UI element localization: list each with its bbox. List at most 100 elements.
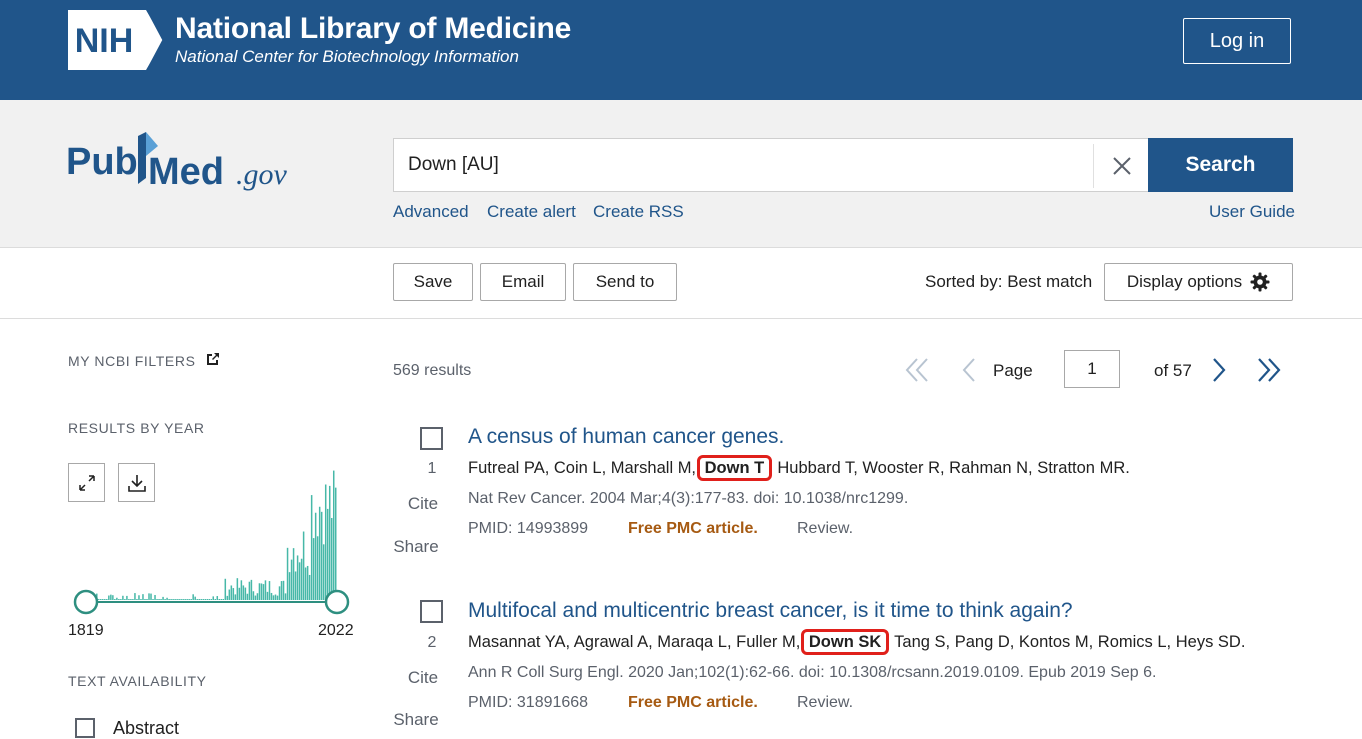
save-button[interactable]: Save	[393, 263, 473, 301]
search-button[interactable]: Search	[1148, 138, 1293, 192]
email-button[interactable]: Email	[480, 263, 566, 301]
histogram-bar	[120, 599, 122, 600]
my-ncbi-filters-heading[interactable]: MY NCBI FILTERS	[68, 353, 196, 369]
histogram-bar	[182, 599, 184, 600]
histogram-bar	[210, 599, 213, 600]
histogram-bar	[286, 547, 289, 600]
last-page-icon[interactable]	[1256, 356, 1282, 384]
histogram-bar	[224, 578, 227, 600]
histogram-bar	[164, 599, 166, 600]
result-title-link[interactable]: Multifocal and multicentric breast cance…	[468, 599, 1073, 623]
histogram-bar	[156, 599, 158, 600]
send-to-button[interactable]: Send to	[573, 263, 677, 301]
end-year-handle[interactable]	[324, 589, 350, 615]
histogram-bar	[102, 599, 104, 600]
histogram-bar	[302, 531, 305, 600]
histogram-bar	[258, 583, 261, 600]
histogram-bar	[268, 581, 271, 600]
cite-button[interactable]: Cite	[393, 494, 453, 514]
histogram-bar	[170, 599, 172, 600]
pubmed-logo[interactable]: Pub Med .gov	[66, 128, 296, 194]
histogram-bar	[196, 599, 198, 600]
histogram-bar	[148, 593, 150, 600]
histogram-bar	[320, 511, 323, 600]
abstract-label[interactable]: Abstract	[113, 718, 179, 739]
histogram-bar	[282, 580, 285, 600]
share-button[interactable]: Share	[386, 710, 446, 730]
nih-logo[interactable]: NIH	[68, 10, 164, 70]
result-checkbox[interactable]	[420, 600, 443, 623]
search-input[interactable]	[408, 139, 1088, 191]
histogram-bar	[324, 484, 327, 600]
advanced-link[interactable]: Advanced	[393, 202, 469, 222]
histogram-bar	[176, 599, 178, 600]
previous-page-icon[interactable]	[956, 356, 982, 384]
histogram-bar	[108, 595, 110, 600]
histogram-bar	[216, 596, 219, 600]
results-by-year-heading: RESULTS BY YEAR	[68, 420, 205, 436]
histogram-bar	[272, 595, 275, 600]
histogram-bar	[200, 599, 202, 600]
histogram-bar	[162, 596, 164, 600]
results-by-year-histogram[interactable]	[68, 460, 358, 620]
page-number-input[interactable]	[1064, 350, 1120, 388]
histogram-bar	[266, 591, 269, 600]
histogram-bar	[166, 597, 168, 600]
histogram-bar	[122, 595, 124, 600]
histogram-bar	[306, 565, 309, 600]
histogram-bar	[270, 592, 273, 600]
org-subtitle: National Center for Biotechnology Inform…	[175, 47, 519, 66]
text-availability-heading: TEXT AVAILABILITY	[68, 673, 207, 689]
result-authors: Futreal PA, Coin L, Marshall M, Down T, …	[468, 455, 1130, 481]
histogram-bar	[158, 599, 160, 600]
result-checkbox[interactable]	[420, 427, 443, 450]
create-rss-link[interactable]: Create RSS	[593, 202, 684, 222]
histogram-bar	[232, 588, 235, 600]
result-authors: Masannat YA, Agrawal A, Maraqa L, Fuller…	[468, 629, 1246, 655]
histogram-bar	[180, 599, 182, 600]
free-pmc-link[interactable]: Free PMC article.	[628, 694, 758, 712]
search-area: Pub Med .gov Search Advanced Create aler…	[0, 100, 1362, 248]
histogram-bar	[254, 595, 257, 600]
result-citation: Nat Rev Cancer. 2004 Mar;4(3):177-83. do…	[468, 490, 909, 507]
svg-text:Med: Med	[148, 151, 224, 193]
histogram-bar	[276, 595, 279, 600]
cite-button[interactable]: Cite	[393, 668, 453, 688]
histogram-bar	[130, 599, 132, 600]
display-options-label: Display options	[1126, 272, 1243, 291]
next-page-icon[interactable]	[1206, 356, 1232, 384]
abstract-checkbox[interactable]	[75, 718, 95, 738]
display-options-button[interactable]: Display options	[1104, 263, 1293, 301]
histogram-bar	[292, 548, 295, 600]
histogram-bar	[220, 599, 223, 600]
histogram-bar	[140, 599, 142, 600]
share-button[interactable]: Share	[386, 537, 446, 557]
histogram-bar	[146, 599, 148, 600]
svg-text:.gov: .gov	[236, 158, 288, 191]
external-link-icon[interactable]	[205, 351, 221, 367]
user-guide-link[interactable]: User Guide	[1209, 202, 1295, 222]
free-pmc-link[interactable]: Free PMC article.	[628, 520, 758, 538]
start-year-handle[interactable]	[73, 589, 99, 615]
result-title-link[interactable]: A census of human cancer genes.	[468, 425, 784, 449]
first-page-icon[interactable]	[904, 356, 930, 384]
start-year-label: 1819	[68, 622, 104, 639]
create-alert-link[interactable]: Create alert	[487, 202, 576, 222]
histogram-bar	[290, 559, 293, 600]
authors-after: , Hubbard T, Wooster R, Rahman N, Stratt…	[768, 459, 1130, 477]
authors-after: , Tang S, Pang D, Kontos M, Romics L, He…	[885, 633, 1246, 651]
histogram-bar	[124, 599, 126, 600]
histogram-bar	[204, 599, 206, 600]
login-button[interactable]: Log in	[1183, 18, 1291, 64]
histogram-bars	[86, 470, 337, 600]
clear-search-button[interactable]	[1093, 144, 1149, 188]
histogram-bar	[110, 594, 112, 600]
histogram-bar	[298, 562, 301, 600]
org-title[interactable]: National Library of Medicine	[175, 12, 571, 46]
histogram-bar	[160, 599, 162, 600]
result-number: 1	[427, 460, 437, 477]
histogram-bar	[190, 599, 192, 600]
result-pmid: PMID: 14993899	[468, 520, 589, 537]
histogram-bar	[300, 558, 303, 600]
histogram-bar	[186, 599, 188, 600]
